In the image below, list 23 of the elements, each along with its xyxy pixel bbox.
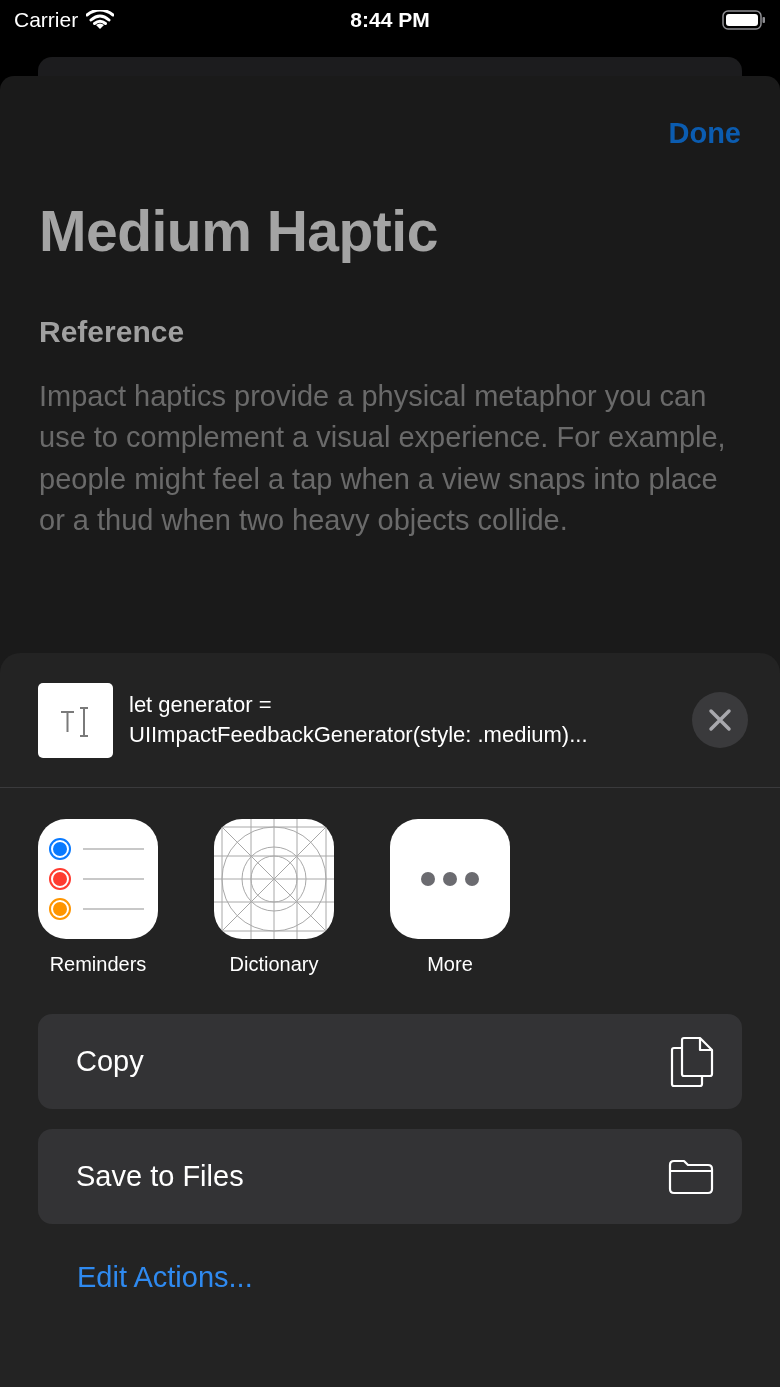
edit-actions-link[interactable]: Edit Actions... <box>77 1256 253 1300</box>
copy-icon <box>670 1035 714 1088</box>
close-button[interactable] <box>692 692 748 748</box>
text-document-icon <box>38 682 113 758</box>
app-label: Dictionary <box>229 952 319 977</box>
preview-text-line: UIImpactFeedbackGenerator(style: .medium)... <box>129 721 589 749</box>
page-title: Medium Haptic <box>39 197 439 264</box>
clock-time: 8:44 PM <box>350 7 430 34</box>
folder-icon <box>668 1158 714 1195</box>
reference-paragraph: Impact haptics provide a physical metaphor you can use to complement a visual experience. For example, people might feel a tap when a view snaps into place or a thud when two heavy objects collide. <box>39 378 727 538</box>
app-label: Reminders <box>49 952 147 977</box>
app-label: More <box>427 952 473 977</box>
action-button[interactable]: Copy <box>38 1014 742 1109</box>
close-icon <box>708 708 732 732</box>
action-button[interactable]: Save to Files <box>38 1129 742 1224</box>
section-heading: Reference <box>39 313 186 350</box>
reminders-app-icon[interactable] <box>38 819 158 939</box>
preview-text-line: let generator = <box>129 691 273 719</box>
wifi-icon <box>86 10 115 30</box>
battery-icon <box>722 10 766 30</box>
more-app-icon[interactable] <box>390 819 510 939</box>
carrier-label: Carrier <box>14 7 79 34</box>
dictionary-app-icon[interactable] <box>214 819 334 939</box>
